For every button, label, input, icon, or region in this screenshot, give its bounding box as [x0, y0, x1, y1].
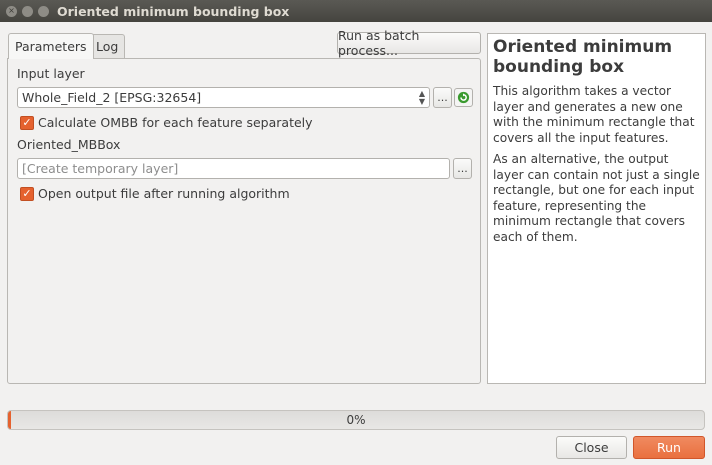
- help-paragraph: This algorithm takes a vector layer and …: [493, 84, 695, 145]
- output-browse-button[interactable]: ...: [453, 158, 472, 179]
- input-layer-browse-button[interactable]: ...: [433, 87, 452, 108]
- calc-ombb-checkbox-label[interactable]: Calculate OMBB for each feature separate…: [38, 115, 313, 130]
- run-button[interactable]: Run: [633, 436, 705, 459]
- help-panel: Oriented minimum bounding box This algor…: [487, 33, 706, 384]
- checkmark-icon[interactable]: ✓: [20, 116, 34, 130]
- input-layer-combo[interactable]: Whole_Field_2 [EPSG:32654] ▲ ▼: [17, 87, 430, 108]
- tab-parameters[interactable]: Parameters: [8, 33, 94, 59]
- run-batch-button[interactable]: Run as batch process...: [337, 28, 481, 58]
- title-bar: × Oriented minimum bounding box: [0, 0, 712, 22]
- help-paragraph: As an alternative, the output layer can …: [493, 152, 700, 244]
- refresh-icon[interactable]: [454, 88, 473, 107]
- minimize-window-icon[interactable]: [22, 5, 33, 17]
- help-title: Oriented minimum bounding box: [493, 37, 673, 77]
- output-placeholder: [Create temporary layer]: [22, 161, 179, 176]
- close-button[interactable]: Close: [556, 436, 627, 459]
- progress-bar: 0%: [7, 410, 705, 430]
- open-output-checkbox-label[interactable]: Open output file after running algorithm: [38, 186, 290, 201]
- progress-text: 0%: [346, 413, 366, 427]
- maximize-window-icon[interactable]: [38, 5, 49, 17]
- input-layer-value: Whole_Field_2 [EPSG:32654]: [22, 90, 202, 105]
- checkmark-icon[interactable]: ✓: [20, 187, 34, 201]
- output-field[interactable]: [Create temporary layer]: [17, 158, 450, 179]
- tab-log[interactable]: Log: [89, 34, 126, 58]
- close-window-icon[interactable]: ×: [6, 5, 17, 17]
- input-layer-label: Input layer: [17, 66, 85, 81]
- window-title: Oriented minimum bounding box: [57, 3, 290, 19]
- spin-arrows-icon: ▲ ▼: [418, 89, 425, 106]
- output-label: Oriented_MBBox: [17, 137, 121, 152]
